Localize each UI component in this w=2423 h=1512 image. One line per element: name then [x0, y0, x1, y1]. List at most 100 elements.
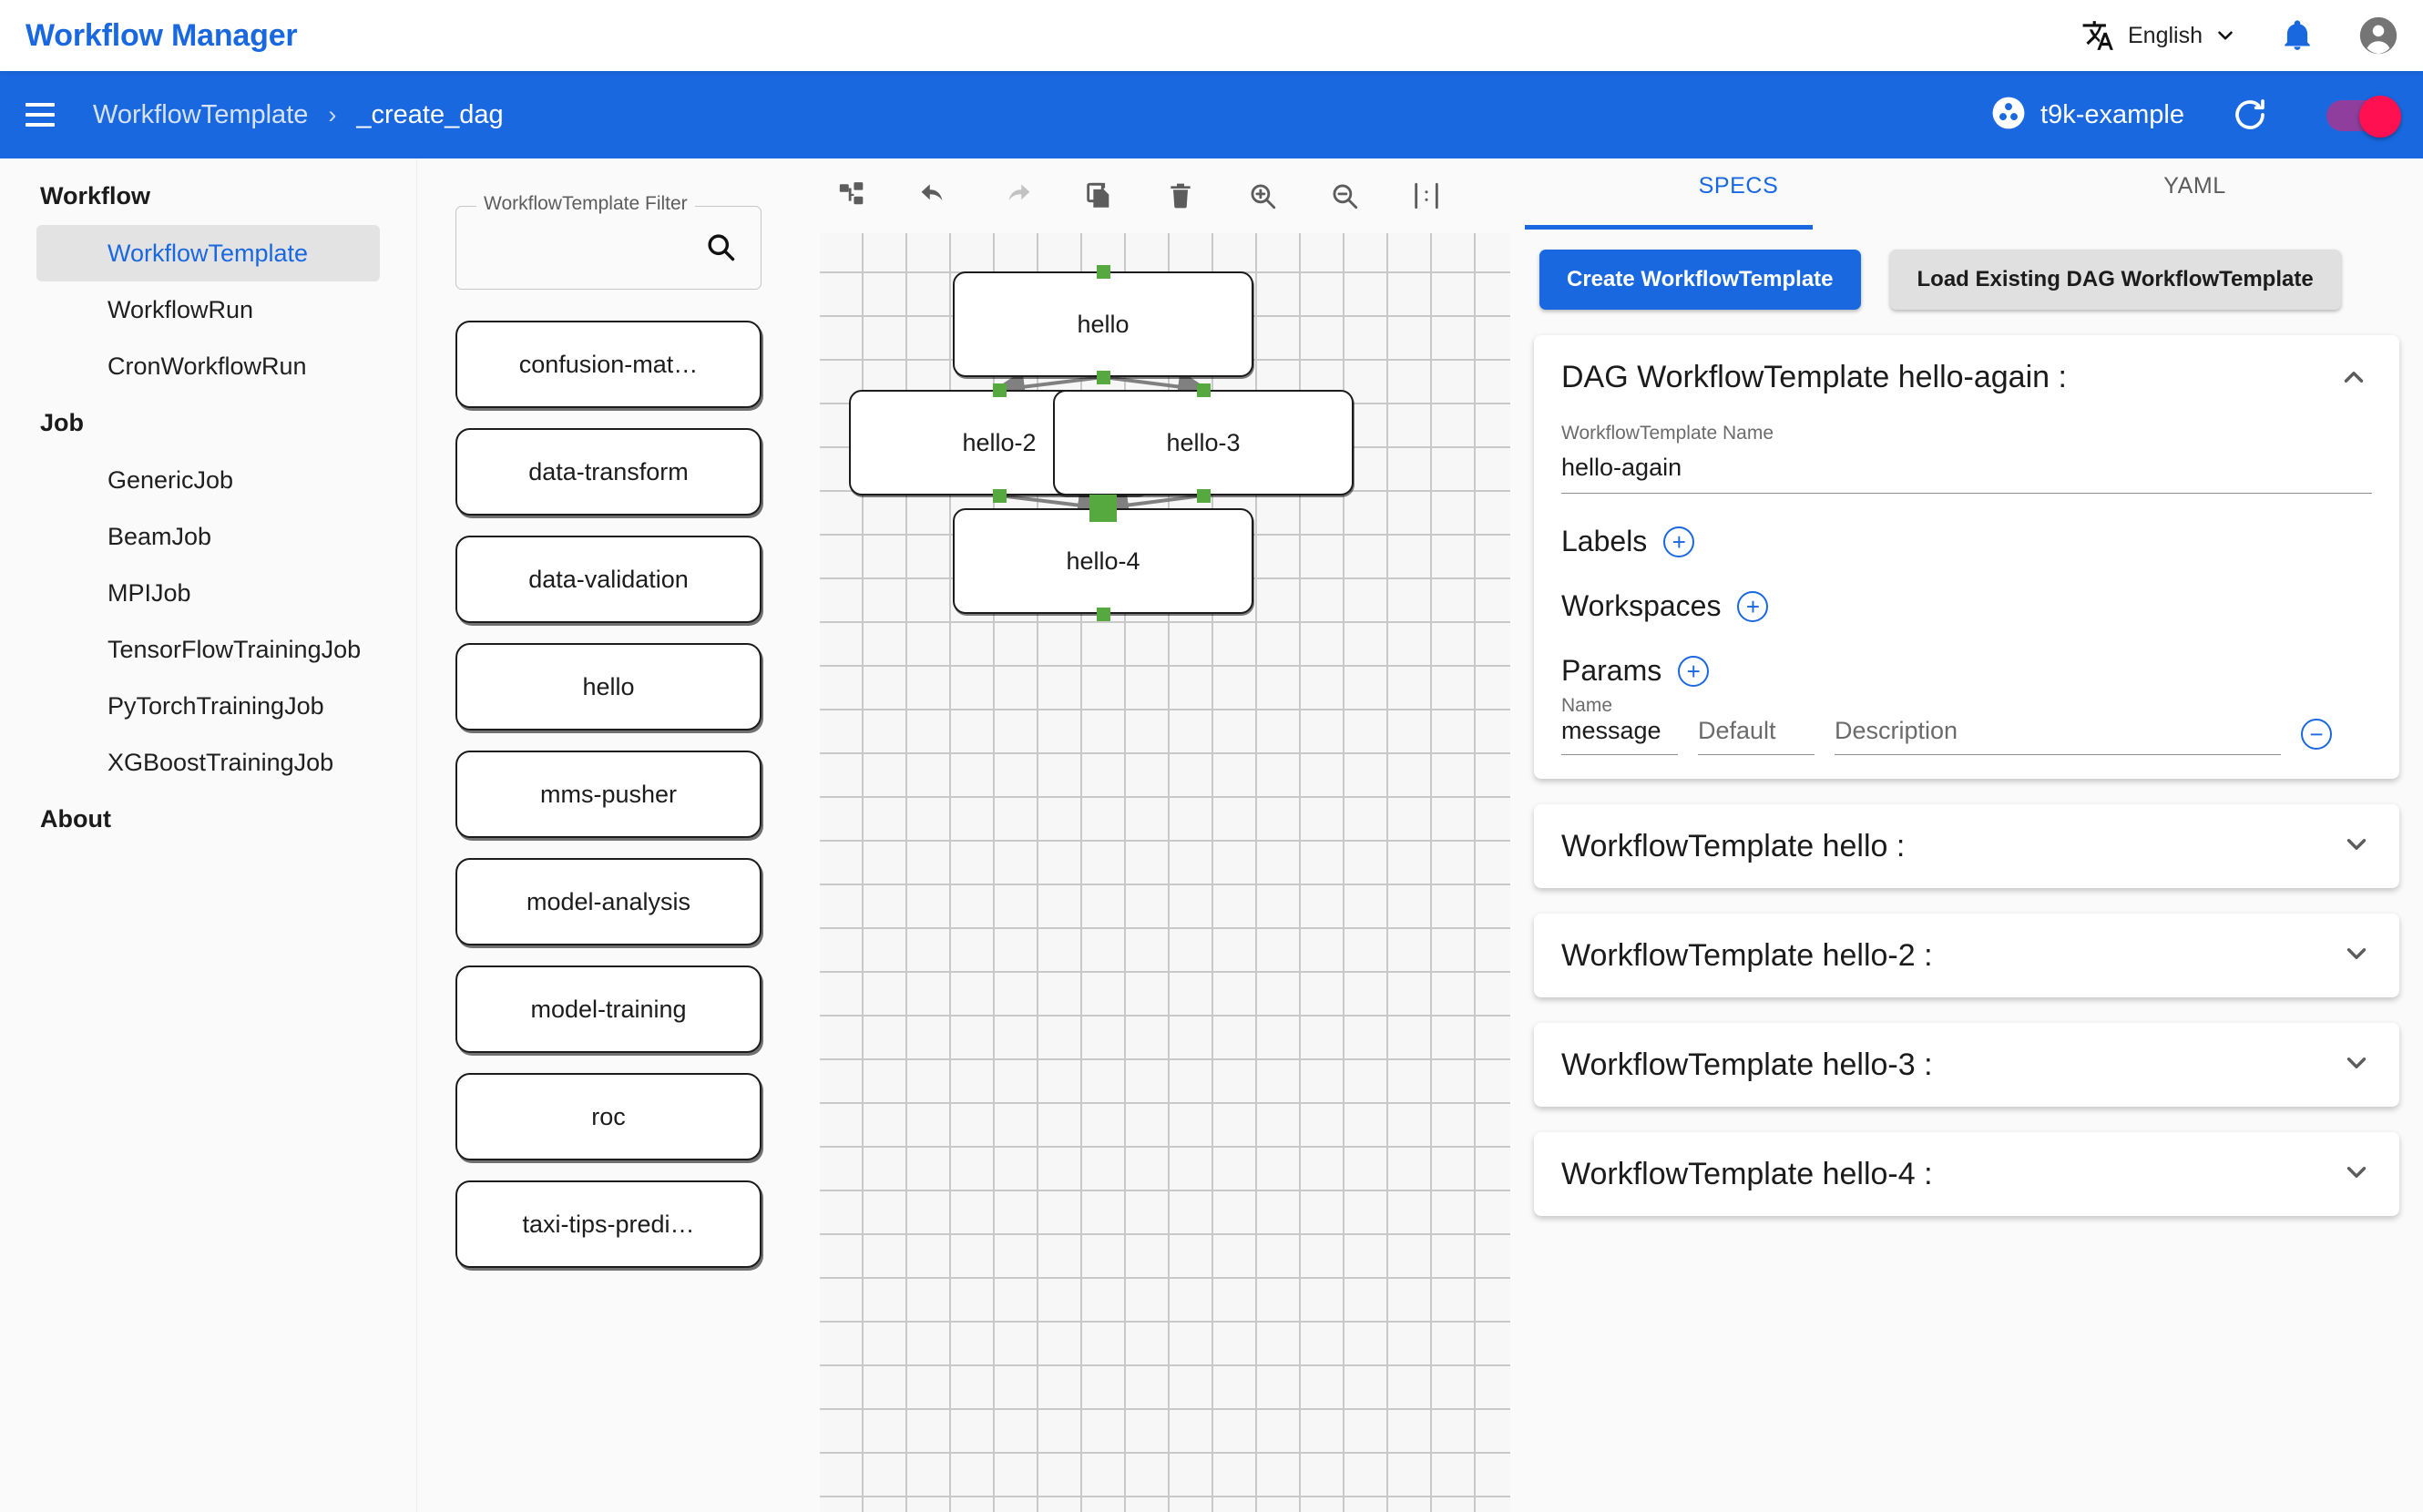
template-card[interactable]: hello	[455, 643, 762, 730]
template-filter: WorkflowTemplate Filter	[455, 193, 762, 290]
template-card[interactable]: data-validation	[455, 536, 762, 623]
params-title: Params	[1561, 654, 1662, 687]
workspaces-section: Workspaces +	[1534, 558, 2399, 623]
template-card[interactable]: model-analysis	[455, 858, 762, 945]
template-card[interactable]: taxi-tips-predi…	[455, 1180, 762, 1268]
template-card[interactable]: confusion-mat…	[455, 321, 762, 408]
dag-node-hello-4[interactable]: hello-4	[953, 508, 1253, 614]
header-actions: English	[2081, 15, 2423, 56]
node-port-top-hello-4[interactable]	[1089, 495, 1117, 522]
chevron-down-icon[interactable]	[2341, 938, 2372, 974]
workflowtemplate-name-input[interactable]	[1561, 448, 2372, 493]
template-filter-input[interactable]	[471, 207, 708, 289]
panel-action-row: Create WorkflowTemplate Load Existing DA…	[1510, 230, 2423, 310]
toggle-thumb	[2359, 96, 2401, 138]
param-name-field[interactable]	[1561, 717, 1678, 755]
template-card[interactable]: mms-pusher	[455, 751, 762, 838]
zoom-out-icon[interactable]	[1321, 172, 1368, 220]
fit-view-icon[interactable]	[1403, 172, 1450, 220]
dag-node-hello[interactable]: hello	[953, 271, 1253, 377]
param-default-input[interactable]	[1698, 717, 1815, 755]
undo-icon[interactable]	[911, 172, 958, 220]
chevron-up-icon[interactable]	[2336, 359, 2372, 395]
breadcrumb-actions: t9k-example	[1991, 93, 2423, 138]
account-circle-icon[interactable]	[2357, 15, 2399, 56]
chevron-down-icon[interactable]	[2341, 1047, 2372, 1083]
template-card[interactable]: model-training	[455, 965, 762, 1053]
labels-section: Labels +	[1534, 494, 2399, 558]
active-tab-indicator	[1525, 225, 1813, 230]
panel-tabs: SPECS YAML	[1510, 158, 2423, 230]
chevron-down-icon	[2213, 24, 2237, 47]
breadcrumb-bar: WorkflowTemplate › _create_dag t9k-examp…	[0, 71, 2423, 158]
breadcrumb-root[interactable]: WorkflowTemplate	[93, 100, 308, 130]
collapsed-template-card-1[interactable]: WorkflowTemplate hello-2 :	[1534, 914, 2399, 997]
workflowtemplate-name-label: WorkflowTemplate Name	[1561, 423, 1774, 444]
node-port-bottom-hello-2[interactable]	[992, 489, 1007, 503]
collapsed-template-card-3[interactable]: WorkflowTemplate hello-4 :	[1534, 1132, 2399, 1216]
sidebar-item-workflowrun[interactable]: WorkflowRun	[36, 281, 380, 338]
zoom-in-icon[interactable]	[1239, 172, 1286, 220]
auto-layout-icon[interactable]	[829, 172, 876, 220]
dag-edge	[1096, 488, 1204, 522]
dag-card-header[interactable]: DAG WorkflowTemplate hello-again :	[1534, 335, 2399, 395]
dag-node-hello-3[interactable]: hello-3	[1053, 390, 1354, 495]
sidebar-item-beamjob[interactable]: BeamJob	[36, 508, 380, 565]
collapsed-template-card-2[interactable]: WorkflowTemplate hello-3 :	[1534, 1023, 2399, 1107]
node-port-top-hello[interactable]	[1096, 265, 1110, 279]
sidebar-section-about[interactable]: About	[0, 791, 416, 848]
breadcrumb-separator-icon: ›	[328, 100, 337, 128]
notifications-bell-icon[interactable]	[2277, 15, 2317, 56]
hamburger-menu-icon[interactable]	[16, 91, 64, 138]
sidebar-item-mpijob[interactable]: MPIJob	[36, 565, 380, 621]
sidebar-nav: Workflow WorkflowTemplate WorkflowRun Cr…	[0, 158, 417, 1512]
template-card-list: confusion-mat… data-transform data-validat…	[455, 321, 762, 1268]
tab-yaml[interactable]: YAML	[1967, 158, 2423, 230]
namespace-selector[interactable]: t9k-example	[1991, 96, 2184, 135]
chevron-down-icon[interactable]	[2341, 1157, 2372, 1192]
specs-panel: SPECS YAML Create WorkflowTemplate Load …	[1510, 158, 2423, 1512]
template-filter-box[interactable]: WorkflowTemplate Filter	[455, 193, 762, 290]
delete-icon[interactable]	[1157, 172, 1204, 220]
sidebar-item-tensorflowtrainingjob[interactable]: TensorFlowTrainingJob	[36, 621, 380, 678]
node-port-top-hello-2[interactable]	[992, 383, 1007, 397]
language-selector[interactable]: English	[2081, 17, 2237, 54]
sidebar-item-workflowtemplate[interactable]: WorkflowTemplate	[36, 225, 380, 281]
param-name-input[interactable]	[1561, 717, 1678, 755]
add-param-button[interactable]: +	[1678, 655, 1710, 687]
dag-grid[interactable]: hello hello-2 hello-3 hello-4	[820, 233, 1510, 1512]
node-port-bottom-hello-3[interactable]	[1196, 489, 1211, 503]
workflowtemplate-name-field[interactable]	[1561, 448, 2372, 494]
param-row: −	[1534, 717, 2399, 779]
load-existing-dag-button[interactable]: Load Existing DAG WorkflowTemplate	[1889, 250, 2341, 310]
dag-edge	[998, 488, 1110, 522]
dag-workflowtemplate-card: DAG WorkflowTemplate hello-again : Workf…	[1534, 335, 2399, 779]
sidebar-item-cronworkflowrun[interactable]: CronWorkflowRun	[36, 338, 380, 394]
sidebar-item-xgboosttrainingjob[interactable]: XGBoostTrainingJob	[36, 734, 380, 791]
copy-icon[interactable]	[1075, 172, 1122, 220]
collapsed-card-title: WorkflowTemplate hello :	[1561, 828, 1906, 863]
refresh-icon[interactable]	[2228, 93, 2272, 137]
node-port-bottom-hello-4[interactable]	[1096, 608, 1110, 621]
tab-specs[interactable]: SPECS	[1510, 158, 1967, 230]
add-label-button[interactable]: +	[1663, 526, 1695, 557]
translate-icon	[2081, 17, 2117, 54]
template-card[interactable]: data-transform	[455, 428, 762, 516]
sidebar-item-genericjob[interactable]: GenericJob	[36, 452, 380, 508]
mode-toggle-switch[interactable]	[2326, 96, 2401, 138]
search-icon[interactable]	[704, 230, 739, 265]
param-default-field[interactable]	[1698, 717, 1815, 755]
add-workspace-button[interactable]: +	[1737, 590, 1769, 622]
node-port-top-hello-3[interactable]	[1196, 383, 1211, 397]
create-workflowtemplate-button[interactable]: Create WorkflowTemplate	[1539, 250, 1861, 310]
chevron-down-icon[interactable]	[2341, 829, 2372, 864]
collapsed-template-card-0[interactable]: WorkflowTemplate hello :	[1534, 804, 2399, 888]
node-port-bottom-hello[interactable]	[1096, 371, 1110, 384]
sidebar-item-pytorchtrainingjob[interactable]: PyTorchTrainingJob	[36, 678, 380, 734]
template-card[interactable]: roc	[455, 1073, 762, 1160]
dag-canvas-area: hello hello-2 hello-3 hello-4	[800, 158, 1510, 1512]
param-name-label: Name	[1561, 695, 1613, 716]
param-description-input[interactable]	[1835, 717, 2281, 755]
remove-param-button[interactable]: −	[2301, 719, 2332, 750]
param-description-field[interactable]	[1835, 717, 2281, 755]
